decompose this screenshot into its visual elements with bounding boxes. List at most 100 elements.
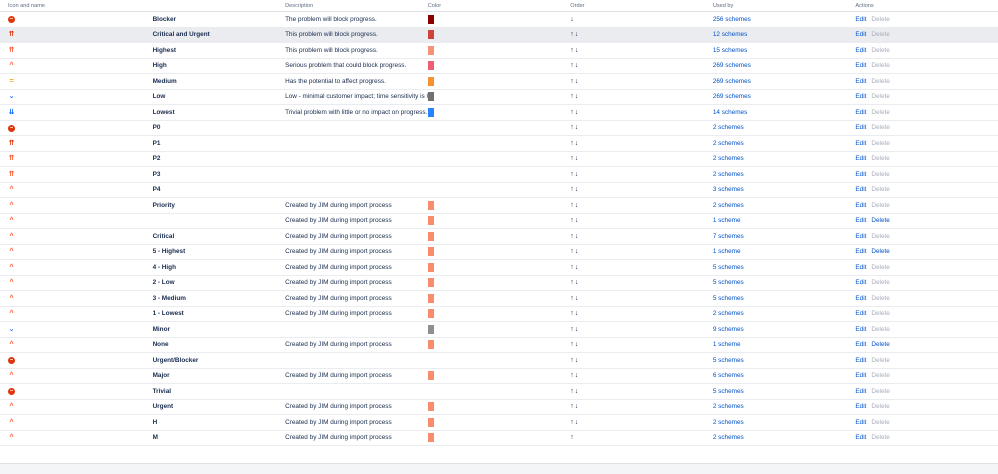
used-by-link[interactable]: 2 schemes bbox=[713, 124, 744, 131]
used-by-link[interactable]: 5 schemes bbox=[713, 264, 744, 271]
edit-link[interactable]: Edit bbox=[855, 233, 866, 240]
edit-link[interactable]: Edit bbox=[855, 341, 866, 348]
used-by-link[interactable]: 9 schemes bbox=[713, 326, 744, 333]
used-by-link[interactable]: 5 schemes bbox=[713, 388, 744, 395]
priority-name: Priority bbox=[142, 197, 286, 214]
used-by-link[interactable]: 1 scheme bbox=[713, 248, 741, 255]
order-arrows[interactable]: ↑↓ bbox=[570, 279, 579, 286]
edit-link[interactable]: Edit bbox=[855, 217, 866, 224]
order-arrows[interactable]: ↑↓ bbox=[570, 310, 579, 317]
used-by-cell: 2 schemes bbox=[712, 120, 856, 136]
edit-link[interactable]: Edit bbox=[855, 140, 866, 147]
table-row: ⇈ Critical and Urgent This problem will bl… bbox=[0, 27, 998, 43]
edit-link[interactable]: Edit bbox=[855, 16, 866, 23]
used-by-link[interactable]: 269 schemes bbox=[713, 78, 751, 85]
edit-link[interactable]: Edit bbox=[855, 419, 866, 426]
edit-link[interactable]: Edit bbox=[855, 109, 866, 116]
used-by-link[interactable]: 14 schemes bbox=[713, 109, 747, 116]
lowest-icon: ⇊ bbox=[8, 108, 15, 116]
used-by-link[interactable]: 2 schemes bbox=[713, 202, 744, 209]
edit-link[interactable]: Edit bbox=[855, 248, 866, 255]
order-arrows[interactable]: ↑↓ bbox=[570, 109, 579, 116]
used-by-link[interactable]: 2 schemes bbox=[713, 434, 744, 441]
order-arrows[interactable]: ↑↓ bbox=[570, 357, 579, 364]
used-by-link[interactable]: 2 schemes bbox=[713, 140, 744, 147]
edit-link[interactable]: Edit bbox=[855, 388, 866, 395]
used-by-link[interactable]: 15 schemes bbox=[713, 47, 747, 54]
order-arrows[interactable]: ↑↓ bbox=[570, 403, 579, 410]
edit-link[interactable]: Edit bbox=[855, 202, 866, 209]
delete-link: Delete bbox=[871, 232, 890, 240]
used-by-link[interactable]: 2 schemes bbox=[713, 171, 744, 178]
order-arrows[interactable]: ↑↓ bbox=[570, 233, 579, 240]
delete-link: Delete bbox=[871, 93, 890, 101]
used-by-link[interactable]: 256 schemes bbox=[713, 16, 751, 23]
order-arrows[interactable]: ↑↓ bbox=[570, 140, 579, 147]
edit-link[interactable]: Edit bbox=[855, 62, 866, 69]
used-by-link[interactable]: 5 schemes bbox=[713, 295, 744, 302]
edit-link[interactable]: Edit bbox=[855, 372, 866, 379]
edit-link[interactable]: Edit bbox=[855, 47, 866, 54]
used-by-link[interactable]: 6 schemes bbox=[713, 372, 744, 379]
order-arrows[interactable]: ↑↓ bbox=[570, 388, 579, 395]
order-arrows[interactable]: ↑↓ bbox=[570, 248, 579, 255]
used-by-link[interactable]: 5 schemes bbox=[713, 357, 744, 364]
order-arrows[interactable]: ↑↓ bbox=[570, 47, 579, 54]
order-arrows[interactable]: ↑↓ bbox=[570, 155, 579, 162]
edit-link[interactable]: Edit bbox=[855, 124, 866, 131]
edit-link[interactable]: Edit bbox=[855, 279, 866, 286]
edit-link[interactable]: Edit bbox=[855, 186, 866, 193]
high-icon: ^ bbox=[9, 341, 14, 349]
used-by-link[interactable]: 2 schemes bbox=[713, 403, 744, 410]
delete-link[interactable]: Delete bbox=[871, 248, 889, 255]
order-arrows[interactable]: ↑↓ bbox=[570, 93, 579, 100]
order-arrows[interactable]: ↑↓ bbox=[570, 78, 579, 85]
used-by-link[interactable]: 269 schemes bbox=[713, 62, 751, 69]
priority-color-cell bbox=[427, 290, 571, 307]
order-arrows[interactable]: ↑↓ bbox=[570, 372, 579, 379]
order-arrows[interactable]: ↑↓ bbox=[570, 31, 579, 38]
priority-description: Created by JIM during import process bbox=[285, 430, 428, 446]
order-arrows[interactable]: ↓ bbox=[570, 16, 575, 23]
edit-link[interactable]: Edit bbox=[855, 357, 866, 364]
used-by-link[interactable]: 7 schemes bbox=[713, 233, 744, 240]
order-arrows[interactable]: ↑↓ bbox=[570, 295, 579, 302]
order-arrows[interactable]: ↑↓ bbox=[570, 341, 579, 348]
critical-icon: ⇈ bbox=[8, 139, 15, 147]
order-arrows[interactable]: ↑ bbox=[570, 434, 575, 441]
edit-link[interactable]: Edit bbox=[855, 295, 866, 302]
order-arrows[interactable]: ↑↓ bbox=[570, 217, 579, 224]
edit-link[interactable]: Edit bbox=[855, 434, 866, 441]
edit-link[interactable]: Edit bbox=[855, 403, 866, 410]
edit-link[interactable]: Edit bbox=[855, 155, 866, 162]
edit-link[interactable]: Edit bbox=[855, 264, 866, 271]
edit-link[interactable]: Edit bbox=[855, 78, 866, 85]
edit-link[interactable]: Edit bbox=[855, 171, 866, 178]
order-arrows[interactable]: ↑↓ bbox=[570, 171, 579, 178]
edit-link[interactable]: Edit bbox=[855, 93, 866, 100]
order-arrows[interactable]: ↑↓ bbox=[570, 419, 579, 426]
used-by-link[interactable]: 2 schemes bbox=[713, 155, 744, 162]
order-cell: ↑↓ bbox=[570, 352, 713, 369]
used-by-link[interactable]: 12 schemes bbox=[713, 31, 747, 38]
order-arrows[interactable]: ↑↓ bbox=[570, 62, 579, 69]
used-by-link[interactable]: 1 scheme bbox=[713, 341, 741, 348]
delete-link[interactable]: Delete bbox=[871, 341, 889, 348]
used-by-link[interactable]: 1 scheme bbox=[713, 217, 741, 224]
delete-link[interactable]: Delete bbox=[871, 217, 889, 224]
order-arrows[interactable]: ↑↓ bbox=[570, 326, 579, 333]
order-arrows[interactable]: ↑↓ bbox=[570, 264, 579, 271]
used-by-link[interactable]: 269 schemes bbox=[713, 93, 751, 100]
used-by-cell: 1 scheme bbox=[712, 213, 856, 229]
edit-link[interactable]: Edit bbox=[855, 326, 866, 333]
delete-link: Delete bbox=[871, 77, 890, 85]
used-by-link[interactable]: 2 schemes bbox=[713, 310, 744, 317]
used-by-link[interactable]: 5 schemes bbox=[713, 279, 744, 286]
edit-link[interactable]: Edit bbox=[855, 310, 866, 317]
edit-link[interactable]: Edit bbox=[855, 31, 866, 38]
order-arrows[interactable]: ↑↓ bbox=[570, 124, 579, 131]
order-arrows[interactable]: ↑↓ bbox=[570, 202, 579, 209]
order-arrows[interactable]: ↑↓ bbox=[570, 186, 579, 193]
used-by-link[interactable]: 2 schemes bbox=[713, 419, 744, 426]
used-by-link[interactable]: 3 schemes bbox=[713, 186, 744, 193]
